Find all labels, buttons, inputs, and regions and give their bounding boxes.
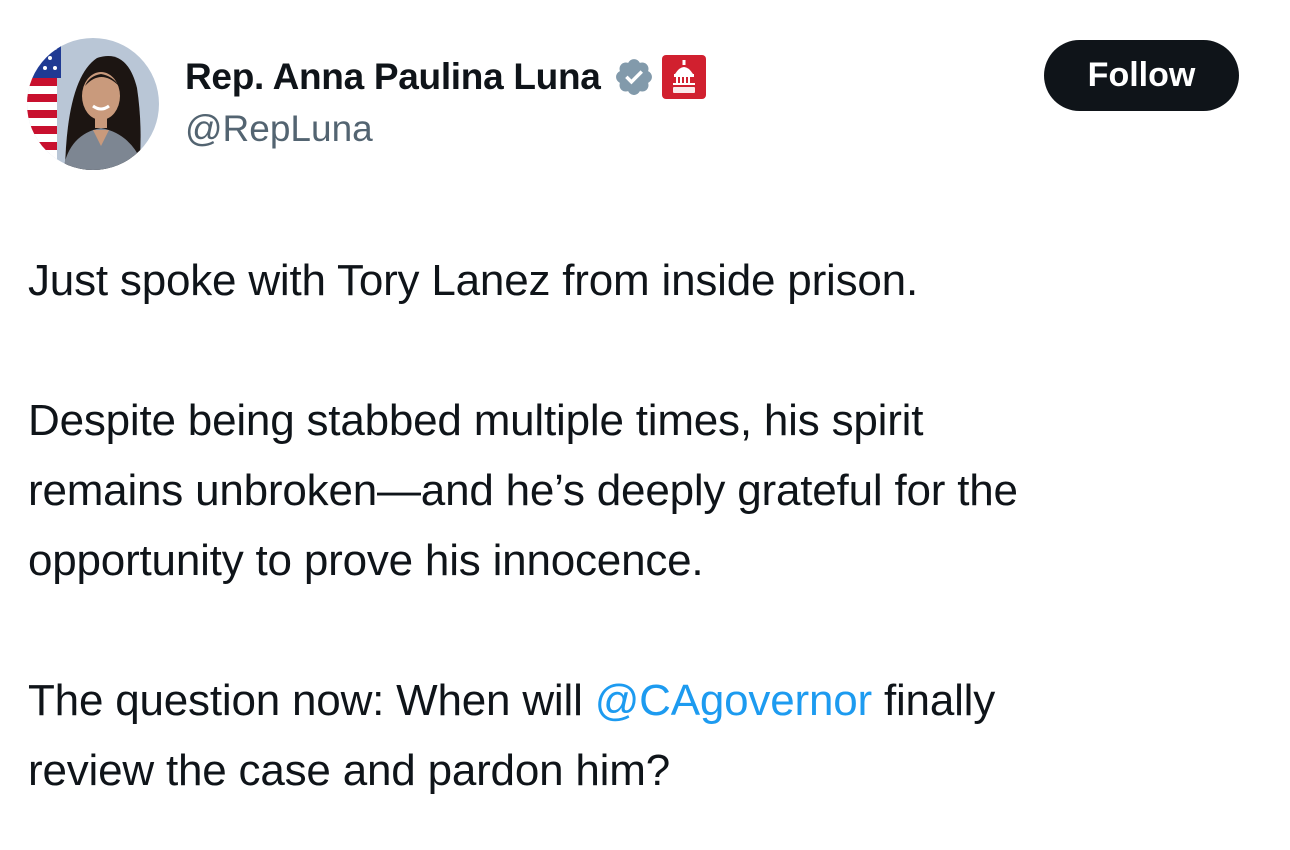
follow-button[interactable]: Follow [1044, 40, 1239, 111]
avatar[interactable] [27, 38, 159, 170]
tweet-text-segment: finally [871, 676, 996, 725]
verified-badge-icon [613, 56, 655, 98]
mention-link[interactable]: @CAgovernor [595, 676, 872, 725]
tweet-paragraph-1: Just spoke with Tory Lanez from inside p… [28, 246, 1258, 316]
tweet-paragraph-3: The question now: When will @CAgovernor … [28, 666, 1258, 806]
author-name-row: Rep. Anna Paulina Luna [185, 54, 707, 100]
tweet-text-line: review the case and pardon him? [28, 746, 670, 795]
author-handle[interactable]: @RepLuna [185, 108, 373, 150]
author-display-name[interactable]: Rep. Anna Paulina Luna [185, 56, 601, 98]
tweet-text-segment: The question now: When will [28, 676, 595, 725]
tweet-text-line: Just spoke with Tory Lanez from inside p… [28, 256, 918, 305]
tweet-card: Rep. Anna Paulina Luna @RepLuna Follow J… [0, 0, 1290, 850]
profile-photo-icon [27, 38, 159, 170]
tweet-text-line: Despite being stabbed multiple times, hi… [28, 396, 924, 445]
tweet-text-line: remains unbroken—and he’s deeply gratefu… [28, 466, 1018, 515]
tweet-text: Just spoke with Tory Lanez from inside p… [28, 246, 1258, 806]
tweet-paragraph-2: Despite being stabbed multiple times, hi… [28, 386, 1258, 596]
tweet-text-line: opportunity to prove his innocence. [28, 536, 704, 585]
house-gop-capitol-icon[interactable] [661, 54, 707, 100]
